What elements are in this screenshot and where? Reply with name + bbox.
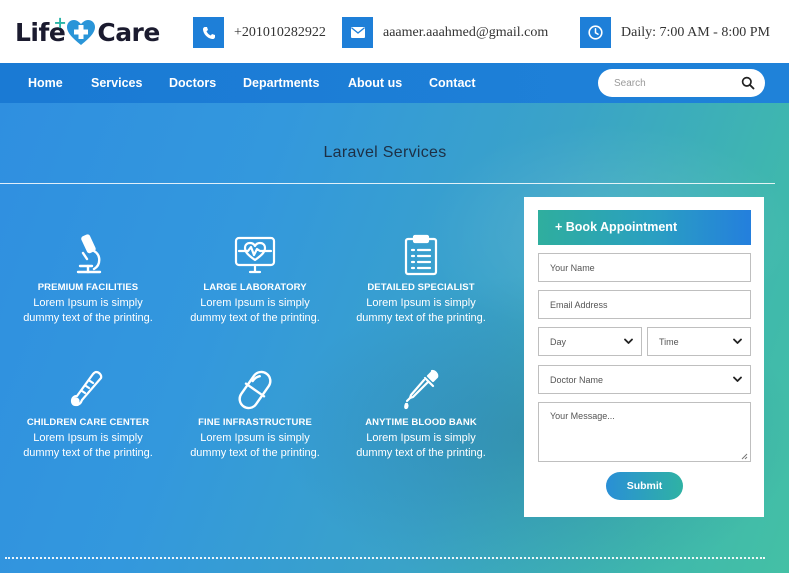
day-value: Day bbox=[550, 336, 567, 347]
feature-description-line1: Lorem Ipsum is simply bbox=[366, 297, 476, 309]
search-box bbox=[598, 69, 765, 97]
email-address: aaamer.aaahmed@gmail.com bbox=[383, 24, 549, 40]
name-field[interactable]: Your Name bbox=[538, 253, 751, 282]
nav-contact[interactable]: Contact bbox=[429, 63, 476, 103]
feature-description-line1: Lorem Ipsum is simply bbox=[33, 432, 143, 444]
feature-anytime-blood-bank: ANYTIME BLOOD BANK Lorem Ipsum is simply… bbox=[341, 368, 501, 461]
feature-description-line2: dummy text of the printing. bbox=[190, 447, 320, 459]
book-appointment-form: + Book Appointment Your Name Email Addre… bbox=[524, 197, 764, 517]
time-value: Time bbox=[659, 336, 679, 347]
feature-premium-facilities: PREMIUM FACILITIES Lorem Ipsum is simply… bbox=[8, 233, 168, 326]
opening-hours: Daily: 7:00 AM - 8:00 PM bbox=[621, 24, 770, 40]
feature-description-line2: dummy text of the printing. bbox=[356, 447, 486, 459]
email-contact[interactable]: aaamer.aaahmed@gmail.com bbox=[342, 17, 548, 48]
chevron-down-icon bbox=[733, 375, 742, 384]
name-placeholder: Your Name bbox=[550, 262, 595, 273]
divider bbox=[0, 183, 775, 184]
submit-button[interactable]: Submit bbox=[606, 472, 683, 500]
nav-about-us[interactable]: About us bbox=[348, 63, 402, 103]
feature-description-line1: Lorem Ipsum is simply bbox=[200, 297, 310, 309]
feature-description-line2: dummy text of the printing. bbox=[356, 312, 486, 324]
logo-text-right: Care bbox=[97, 17, 160, 47]
time-select[interactable]: Time bbox=[647, 327, 751, 356]
main-nav: Home Services Doctors Departments About … bbox=[0, 63, 789, 103]
search-input[interactable] bbox=[614, 77, 734, 89]
feature-description-line2: dummy text of the printing. bbox=[23, 447, 153, 459]
nav-departments[interactable]: Departments bbox=[243, 63, 319, 103]
nav-doctors[interactable]: Doctors bbox=[169, 63, 216, 103]
feature-fine-infrastructure: FINE INFRASTRUCTURE Lorem Ipsum is simpl… bbox=[175, 368, 335, 461]
nav-services[interactable]: Services bbox=[91, 63, 142, 103]
phone-contact[interactable]: +201010282922 bbox=[193, 17, 326, 48]
feature-children-care-center: CHILDREN CARE CENTER Lorem Ipsum is simp… bbox=[8, 368, 168, 461]
section-title: Laravel Services bbox=[323, 144, 447, 161]
heart-plus-icon: + bbox=[53, 13, 96, 47]
feature-title: FINE INFRASTRUCTURE bbox=[198, 417, 312, 428]
envelope-icon bbox=[342, 17, 373, 48]
feature-description-line2: dummy text of the printing. bbox=[23, 312, 153, 324]
thermometer-icon bbox=[66, 368, 110, 412]
feature-description-line1: Lorem Ipsum is simply bbox=[33, 297, 143, 309]
hours-contact: Daily: 7:00 AM - 8:00 PM bbox=[580, 17, 770, 48]
feature-description-line2: dummy text of the printing. bbox=[190, 312, 320, 324]
email-placeholder: Email Address bbox=[550, 299, 608, 310]
doctor-value: Doctor Name bbox=[550, 374, 604, 385]
pill-icon bbox=[233, 368, 277, 412]
feature-title: DETAILED SPECIALIST bbox=[367, 282, 475, 293]
nav-home[interactable]: Home bbox=[28, 63, 63, 103]
dotted-divider bbox=[5, 557, 765, 559]
feature-description-line1: Lorem Ipsum is simply bbox=[200, 432, 310, 444]
feature-title: PREMIUM FACILITIES bbox=[37, 282, 139, 293]
dropper-icon bbox=[399, 368, 443, 412]
feature-detailed-specialist: DETAILED SPECIALIST Lorem Ipsum is simpl… bbox=[341, 233, 501, 326]
chevron-down-icon bbox=[733, 337, 742, 346]
logo[interactable]: Life + Care bbox=[15, 13, 160, 50]
chevron-down-icon bbox=[624, 337, 633, 346]
search-icon[interactable] bbox=[741, 76, 755, 90]
day-select[interactable]: Day bbox=[538, 327, 642, 356]
email-field[interactable]: Email Address bbox=[538, 290, 751, 319]
microscope-icon bbox=[66, 233, 110, 277]
feature-title: CHILDREN CARE CENTER bbox=[26, 417, 150, 428]
feature-description-line1: Lorem Ipsum is simply bbox=[366, 432, 476, 444]
feature-title: LARGE LABORATORY bbox=[203, 282, 307, 293]
top-header: Life + Care +201010282922 aaamer.aaahmed… bbox=[0, 0, 789, 63]
feature-large-laboratory: LARGE LABORATORY Lorem Ipsum is simply d… bbox=[175, 233, 335, 326]
phone-icon bbox=[193, 17, 224, 48]
doctor-select[interactable]: Doctor Name bbox=[538, 365, 751, 394]
form-title: + Book Appointment bbox=[538, 210, 751, 245]
feature-title: ANYTIME BLOOD BANK bbox=[365, 417, 477, 428]
clock-icon bbox=[580, 17, 611, 48]
phone-number: +201010282922 bbox=[234, 24, 326, 40]
clipboard-icon bbox=[399, 233, 443, 277]
message-placeholder: Your Message... bbox=[550, 411, 615, 421]
message-textarea[interactable]: Your Message... bbox=[538, 402, 751, 462]
heart-monitor-icon bbox=[233, 233, 277, 277]
resize-grip-icon[interactable] bbox=[741, 452, 748, 460]
